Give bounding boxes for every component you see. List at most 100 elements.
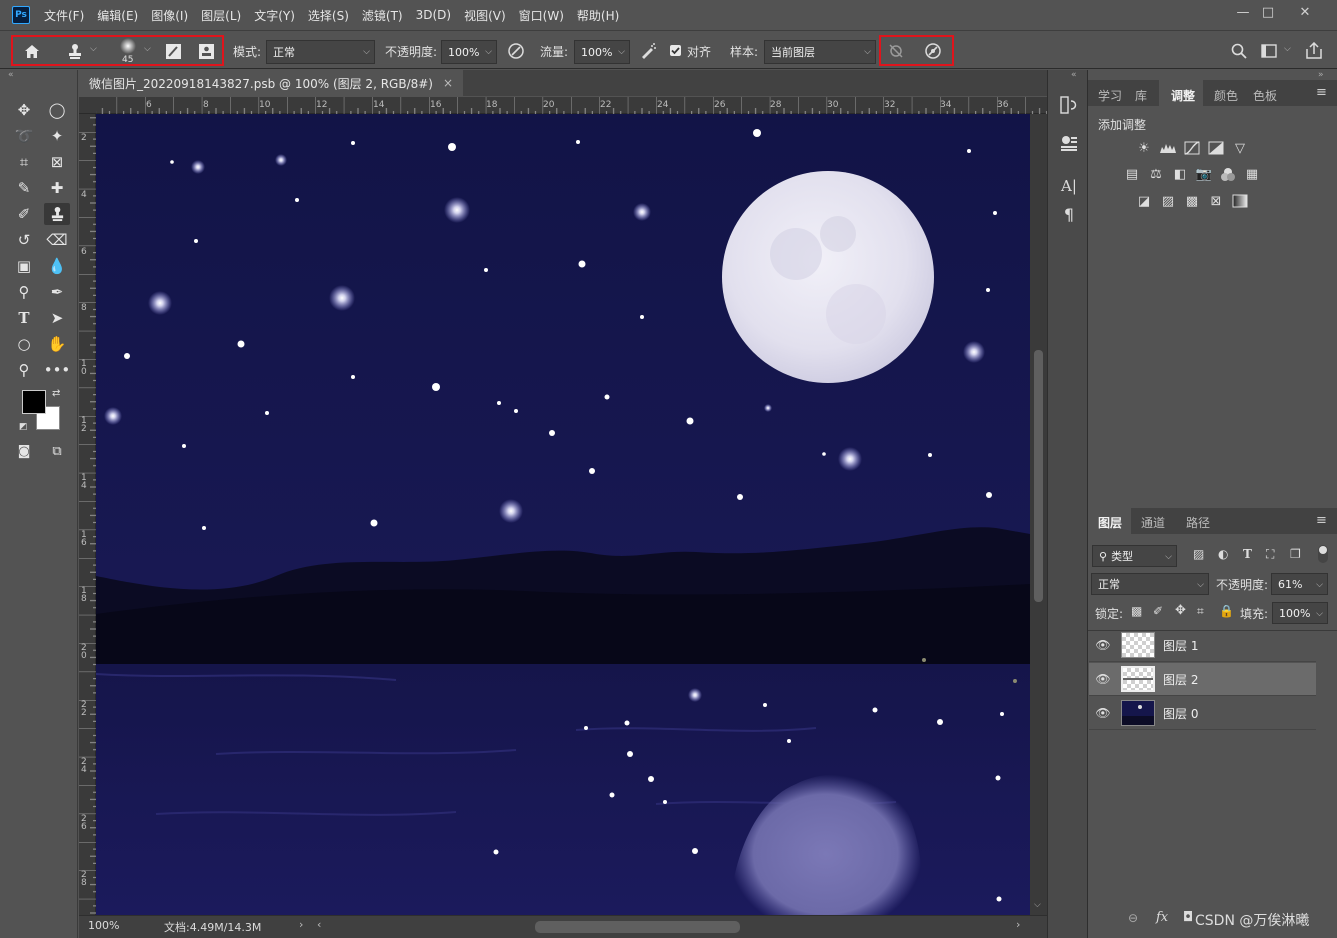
layer-opacity-input[interactable]: 61% ⌵ (1271, 573, 1328, 595)
ignore-adjustment-layers-icon[interactable] (886, 41, 906, 61)
scroll-down-icon[interactable]: ⌵ (1034, 900, 1041, 910)
black-white-icon[interactable]: ◧ (1171, 166, 1189, 182)
tab-paths[interactable]: 路径 (1186, 514, 1210, 531)
collapse-arrows-icon[interactable]: » (1318, 70, 1324, 80)
shape-filter-icon[interactable]: ⛶ (1266, 547, 1274, 562)
menu-view[interactable]: 视图(V) (464, 7, 506, 24)
curves-icon[interactable] (1183, 140, 1201, 156)
layer-name[interactable]: 图层 2 (1163, 671, 1198, 688)
brush-settings-icon[interactable] (163, 41, 183, 61)
marquee-tool-icon[interactable]: ◯ (44, 99, 70, 121)
tab-layers[interactable]: 图层 (1098, 514, 1122, 531)
threshold-icon[interactable]: ▩ (1183, 193, 1201, 209)
tab-swatches[interactable]: 色板 (1253, 87, 1277, 104)
zoom-level[interactable]: 100% (88, 919, 119, 932)
clone-stamp-preset-icon[interactable] (64, 40, 86, 62)
healing-brush-tool-icon[interactable]: ✚ (44, 177, 70, 199)
tab-adjustments[interactable]: 调整 (1171, 87, 1195, 104)
swap-colors-icon[interactable]: ⇄ (52, 388, 60, 399)
tab-channels[interactable]: 通道 (1141, 514, 1165, 531)
paragraph-panel-icon[interactable]: ¶ (1058, 203, 1080, 225)
link-layers-icon[interactable]: ⊖ (1128, 911, 1138, 925)
levels-icon[interactable] (1159, 140, 1177, 156)
dodge-tool-icon[interactable]: ⚲ (11, 281, 37, 303)
path-selection-tool-icon[interactable]: ➤ (44, 307, 70, 329)
zoom-tool-icon[interactable]: ⚲ (11, 359, 37, 381)
sample-select[interactable]: 当前图层 ⌵ (764, 40, 876, 64)
brush-tool-icon[interactable]: ✐ (11, 203, 37, 225)
layer-name[interactable]: 图层 1 (1163, 637, 1198, 654)
frame-tool-icon[interactable]: ⊠ (44, 151, 70, 173)
add-mask-icon[interactable]: ◘ (1183, 910, 1193, 925)
pressure-opacity-icon[interactable] (506, 41, 526, 61)
horizontal-scroll-thumb[interactable] (535, 921, 740, 933)
fill-input[interactable]: 100% ⌵ (1272, 602, 1328, 624)
restore-button[interactable]: □ (1251, 2, 1285, 22)
more-tools-icon[interactable]: ••• (44, 359, 71, 381)
character-panel-icon[interactable]: A| (1058, 175, 1080, 197)
menu-3d[interactable]: 3D(D) (416, 8, 451, 22)
align-checkbox[interactable] (670, 45, 681, 56)
invert-icon[interactable]: ◪ (1135, 193, 1153, 209)
filter-toggle[interactable] (1318, 545, 1328, 563)
tab-libraries[interactable]: 库 (1135, 87, 1147, 104)
hue-saturation-icon[interactable]: ▤ (1123, 166, 1141, 182)
exposure-icon[interactable] (1207, 140, 1225, 156)
adjustment-filter-icon[interactable]: ◐ (1218, 547, 1228, 561)
visibility-eye-icon[interactable]: 👁 (1089, 706, 1117, 720)
color-lookup-icon[interactable]: ▦ (1243, 166, 1261, 182)
pixel-filter-icon[interactable]: ▨ (1193, 547, 1204, 561)
menu-layer[interactable]: 图层(L) (201, 7, 241, 24)
vibrance-icon[interactable]: ▽ (1231, 140, 1249, 156)
type-tool-icon[interactable]: T (11, 307, 37, 329)
menu-edit[interactable]: 编辑(E) (97, 7, 138, 24)
default-colors-icon[interactable]: ◩ (19, 422, 28, 432)
channel-mixer-icon[interactable] (1219, 166, 1237, 182)
tab-color[interactable]: 颜色 (1214, 87, 1238, 104)
search-icon[interactable] (1229, 41, 1249, 61)
gradient-map-icon[interactable] (1231, 193, 1249, 209)
close-window-button[interactable]: ✕ (1288, 2, 1322, 22)
layer-style-icon[interactable]: fx (1156, 910, 1168, 925)
lock-all-icon[interactable]: 🔒 (1219, 604, 1234, 618)
hand-tool-icon[interactable]: ✋ (44, 333, 70, 355)
magic-wand-tool-icon[interactable]: ✦ (44, 125, 70, 147)
share-icon[interactable] (1304, 40, 1324, 60)
vertical-scrollbar[interactable]: ⌵ (1030, 114, 1047, 915)
lasso-tool-icon[interactable]: ➰ (11, 125, 37, 147)
visibility-eye-icon[interactable]: 👁 (1089, 672, 1117, 686)
gradient-tool-icon[interactable]: ▣ (11, 255, 37, 277)
layer-row[interactable]: 👁 图层 0 (1089, 697, 1316, 730)
flow-input[interactable]: 100% ⌵ (574, 40, 630, 64)
smart-object-filter-icon[interactable]: ❐ (1290, 547, 1301, 561)
move-tool-icon[interactable]: ✥ (11, 99, 37, 121)
menu-image[interactable]: 图像(I) (151, 7, 188, 24)
menu-type[interactable]: 文字(Y) (254, 7, 295, 24)
brightness-contrast-icon[interactable]: ☀ (1135, 140, 1153, 156)
menu-window[interactable]: 窗口(W) (519, 7, 564, 24)
photo-filter-icon[interactable]: 📷 (1195, 166, 1213, 182)
ellipse-tool-icon[interactable]: ○ (11, 333, 37, 355)
layer-row[interactable]: 👁 图层 1 (1089, 629, 1316, 662)
layer-filter-select[interactable]: ⚲ 类型 ⌵ (1092, 545, 1177, 567)
brush-tip-preview-icon[interactable] (116, 37, 140, 55)
quick-mask-icon[interactable]: ◙ (11, 440, 37, 462)
lock-transparent-icon[interactable]: ▩ (1131, 604, 1142, 618)
eraser-tool-icon[interactable]: ⌫ (44, 229, 70, 251)
pen-tool-icon[interactable]: ✒ (44, 281, 70, 303)
opacity-input[interactable]: 100% ⌵ (441, 40, 497, 64)
tab-learn[interactable]: 学习 (1098, 87, 1122, 104)
mode-select[interactable]: 正常 ⌵ (266, 40, 375, 64)
lock-image-icon[interactable]: ✐ (1153, 604, 1163, 618)
eyedropper-tool-icon[interactable]: ✎ (11, 177, 37, 199)
layer-row-selected[interactable]: 👁 图层 2 (1089, 663, 1316, 696)
visibility-eye-icon[interactable]: 👁 (1089, 638, 1117, 652)
vertical-scroll-thumb[interactable] (1034, 350, 1043, 602)
clone-source-icon[interactable] (196, 41, 216, 61)
document-size-info[interactable]: 文档:4.49M/14.3M (164, 919, 261, 935)
chevron-down-icon[interactable]: ⌵ (144, 44, 151, 54)
menu-select[interactable]: 选择(S) (308, 7, 349, 24)
close-tab-icon[interactable]: × (443, 76, 453, 90)
history-brush-tool-icon[interactable]: ↺ (11, 229, 37, 251)
clone-stamp-tool-icon[interactable] (44, 203, 70, 225)
